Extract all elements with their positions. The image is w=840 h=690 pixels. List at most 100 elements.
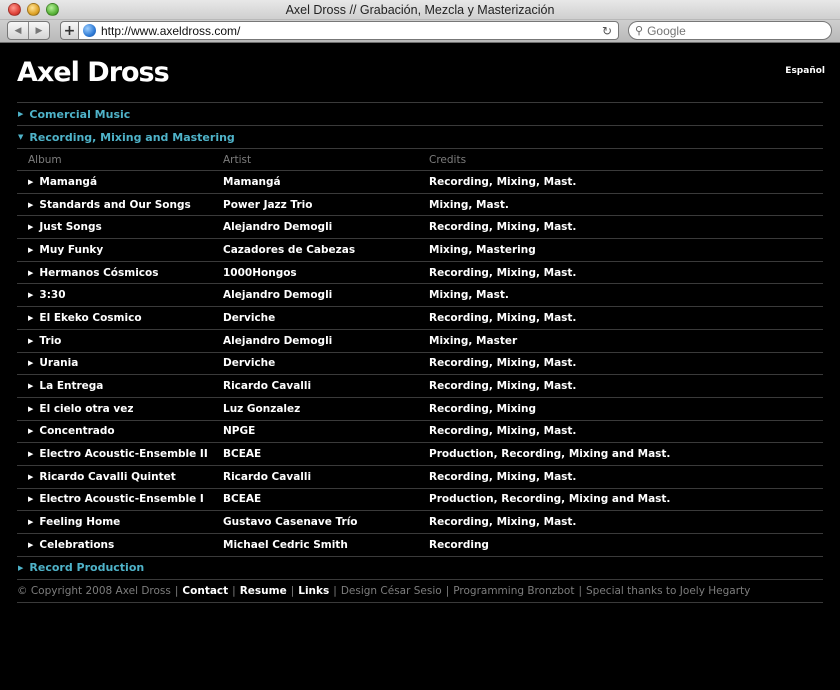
section-record-production[interactable]: ▶ Record Production xyxy=(17,555,823,579)
search-box[interactable]: ⚲ xyxy=(628,21,832,40)
credits-cell: Recording xyxy=(429,538,489,551)
row-expand-arrow-icon[interactable]: ▶ xyxy=(28,405,33,413)
add-bookmark-button[interactable]: + xyxy=(60,21,78,40)
separator: | xyxy=(290,584,295,597)
table-row[interactable]: ▶ Hermanos Cósmicos 1000Hongos Recording, M… xyxy=(17,260,823,284)
table-row[interactable]: ▶ Just Songs Alejandro Demogli Recording, M… xyxy=(17,215,823,238)
table-row[interactable]: ▶ El Ekeko Cosmico Derviche Recording, Mixi… xyxy=(17,306,823,329)
album-cell: ▶ Urania xyxy=(17,357,223,369)
globe-icon xyxy=(83,24,96,37)
row-expand-arrow-icon[interactable]: ▶ xyxy=(28,223,33,231)
table-row[interactable]: ▶ Celebrations Michael Cedric Smith Recordi… xyxy=(17,533,823,556)
credits-cell: Recording, Mixing, Mast. xyxy=(429,516,577,529)
album-title: Hermanos Cósmicos xyxy=(39,266,159,279)
credits-cell: Recording, Mixing, Mast. xyxy=(429,175,577,188)
row-expand-arrow-icon[interactable]: ▶ xyxy=(28,246,33,254)
row-expand-arrow-icon[interactable]: ▶ xyxy=(28,314,33,322)
row-expand-arrow-icon[interactable]: ▶ xyxy=(28,541,33,549)
album-rows: ▶ Mamangá Mamangá Recording, Mixing, Mast. ▶… xyxy=(17,170,823,556)
row-expand-arrow-icon[interactable]: ▶ xyxy=(28,382,33,390)
album-cell: ▶ Celebrations xyxy=(17,539,223,551)
row-expand-arrow-icon[interactable]: ▶ xyxy=(28,291,33,299)
credits-cell: Recording, Mixing xyxy=(429,402,536,415)
table-row[interactable]: ▶ Muy Funky Cazadores de Cabezas Mixing, Ma… xyxy=(17,238,823,261)
album-cell: ▶ Standards and Our Songs xyxy=(17,199,223,211)
title-bar: Axel Dross // Grabación, Mezcla y Master… xyxy=(0,0,840,20)
site-title: Axel Dross xyxy=(17,57,170,88)
footer: © Copyright 2008 Axel Dross | Contact | … xyxy=(17,578,823,603)
separator: | xyxy=(232,584,236,597)
address-bar[interactable]: http://www.axeldross.com/ ↻ xyxy=(78,21,619,40)
contact-link[interactable]: Contact xyxy=(182,585,228,597)
section-comercial-music[interactable]: ▶ Comercial Music xyxy=(17,102,823,125)
table-row[interactable]: ▶ Ricardo Cavalli Quintet Ricardo Cavalli R… xyxy=(17,464,823,488)
table-row[interactable]: ▶ El cielo otra vez Luz Gonzalez Recording,… xyxy=(17,396,823,420)
programming-credit: Programming Bronzbot xyxy=(453,584,575,597)
row-expand-arrow-icon[interactable]: ▶ xyxy=(28,337,33,345)
album-title: Standards and Our Songs xyxy=(39,198,191,211)
design-credit: Design César Sesio xyxy=(340,584,442,597)
section-recording-mixing-mastering[interactable]: ▼ Recording, Mixing and Mastering xyxy=(17,125,823,148)
table-row[interactable]: ▶ Concentrado NPGE Recording, Mixing, Mast. xyxy=(17,419,823,443)
language-link[interactable]: Español xyxy=(785,66,825,76)
section-label: Comercial Music xyxy=(29,107,131,121)
separator: | xyxy=(578,584,582,597)
album-title: Celebrations xyxy=(39,538,115,551)
separator: | xyxy=(445,584,450,597)
credits-cell: Recording, Mixing, Mast. xyxy=(429,357,577,370)
nav-buttons: ◀ ▶ xyxy=(7,21,50,40)
search-input[interactable] xyxy=(647,23,818,38)
back-button[interactable]: ◀ xyxy=(8,22,29,39)
zoom-window-button[interactable] xyxy=(46,3,59,16)
album-title: Concentrado xyxy=(39,425,115,438)
album-title: Ricardo Cavalli Quintet xyxy=(39,470,176,483)
close-window-button[interactable] xyxy=(8,3,21,16)
album-title: Feeling Home xyxy=(39,516,121,529)
credits-cell: Recording, Mixing, Mast. xyxy=(429,470,577,483)
row-expand-arrow-icon[interactable]: ▶ xyxy=(28,427,33,435)
album-cell: ▶ Hermanos Cósmicos xyxy=(17,267,223,279)
table-row[interactable]: ▶ Electro Acoustic-Ensemble II BCEAE Produc… xyxy=(17,442,823,465)
links-link[interactable]: Links xyxy=(298,585,329,597)
artist-cell: Power Jazz Trio xyxy=(223,198,313,211)
row-expand-arrow-icon[interactable]: ▶ xyxy=(28,473,33,481)
album-title: 3:30 xyxy=(39,289,66,302)
browser-window: Axel Dross // Grabación, Mezcla y Master… xyxy=(0,0,840,690)
table-row[interactable]: ▶ Trio Alejandro Demogli Mixing, Master xyxy=(17,328,823,352)
row-expand-arrow-icon[interactable]: ▶ xyxy=(28,269,33,277)
separator: | xyxy=(174,584,179,597)
copyright-text: © Copyright 2008 Axel Dross xyxy=(17,584,171,597)
artist-cell: BCEAE xyxy=(223,493,262,506)
url-field[interactable]: http://www.axeldross.com/ xyxy=(101,24,599,38)
forward-arrow-icon: ▶ xyxy=(35,25,43,36)
table-row[interactable]: ▶ Standards and Our Songs Power Jazz Trio M… xyxy=(17,192,823,216)
row-expand-arrow-icon[interactable]: ▶ xyxy=(28,359,33,367)
section-label: Recording, Mixing and Mastering xyxy=(29,130,235,144)
table-row[interactable]: ▶ Feeling Home Gustavo Casenave Trío Record… xyxy=(17,510,823,533)
artist-cell: Ricardo Cavalli xyxy=(223,470,312,483)
album-title: Electro Acoustic-Ensemble I xyxy=(39,493,204,506)
reload-icon[interactable]: ↻ xyxy=(599,24,615,38)
artist-cell: Derviche xyxy=(223,311,276,324)
album-cell: ▶ Electro Acoustic-Ensemble II xyxy=(17,448,223,460)
row-expand-arrow-icon[interactable]: ▶ xyxy=(28,450,33,458)
table-row[interactable]: ▶ Urania Derviche Recording, Mixing, Mast. xyxy=(17,351,823,375)
table-row[interactable]: ▶ Electro Acoustic-Ensemble I BCEAE Product… xyxy=(17,487,823,511)
separator: | xyxy=(333,584,337,597)
forward-button[interactable]: ▶ xyxy=(29,22,49,39)
plus-icon: + xyxy=(63,22,76,39)
row-expand-arrow-icon[interactable]: ▶ xyxy=(28,495,33,503)
table-row[interactable]: ▶ La Entrega Ricardo Cavalli Recording, Mix… xyxy=(17,374,823,397)
album-cell: ▶ 3:30 xyxy=(17,289,223,301)
table-row[interactable]: ▶ Mamangá Mamangá Recording, Mixing, Mast. xyxy=(17,170,823,193)
album-cell: ▶ Muy Funky xyxy=(17,244,223,256)
row-expand-arrow-icon[interactable]: ▶ xyxy=(28,518,33,526)
table-row[interactable]: ▶ 3:30 Alejandro Demogli Mixing, Mast. xyxy=(17,283,823,306)
album-cell: ▶ La Entrega xyxy=(17,380,223,392)
artist-cell: Gustavo Casenave Trío xyxy=(223,516,358,529)
credits-cell: Production, Recording, Mixing and Mast. xyxy=(429,493,671,506)
resume-link[interactable]: Resume xyxy=(240,585,287,597)
minimize-window-button[interactable] xyxy=(27,3,40,16)
row-expand-arrow-icon[interactable]: ▶ xyxy=(28,178,33,186)
row-expand-arrow-icon[interactable]: ▶ xyxy=(28,201,33,209)
